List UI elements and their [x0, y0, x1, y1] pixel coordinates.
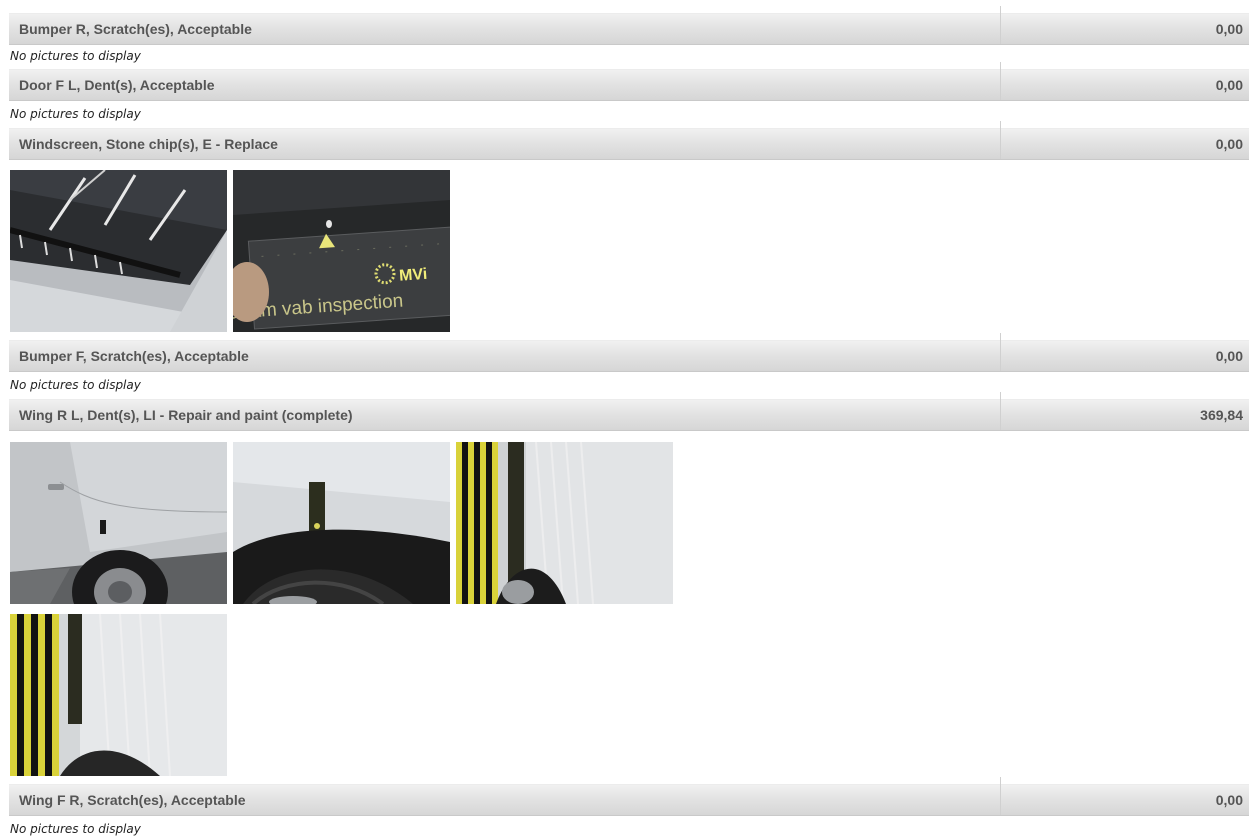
damage-row-door-f-l[interactable]: Door F L, Dent(s), Acceptable 0,00: [9, 62, 1249, 101]
column-divider: [1000, 62, 1001, 100]
column-divider: [1000, 392, 1001, 430]
column-divider: [1000, 121, 1001, 159]
damage-label: Bumper R, Scratch(es), Acceptable: [19, 21, 252, 37]
rear-wing-side-photo[interactable]: [10, 442, 227, 604]
damage-amount: 0,00: [1215, 136, 1243, 152]
rear-wing-gauge-photo[interactable]: [233, 442, 450, 604]
damage-row-bumper-r[interactable]: Bumper R, Scratch(es), Acceptable 0,00: [9, 6, 1249, 45]
damage-amount: 0,00: [1215, 77, 1243, 93]
stone-chip-gauge-photo[interactable]: MVi adam vab inspection: [233, 170, 450, 332]
column-divider: [1000, 333, 1001, 371]
damage-amount: 0,00: [1215, 348, 1243, 364]
no-pictures-text: No pictures to display: [10, 49, 141, 63]
windscreen-wiper-photo[interactable]: [10, 170, 227, 332]
damage-row-windscreen[interactable]: Windscreen, Stone chip(s), E - Replace 0…: [9, 121, 1249, 160]
no-pictures-text: No pictures to display: [10, 107, 141, 121]
damage-row-bumper-f[interactable]: Bumper F, Scratch(es), Acceptable 0,00: [9, 333, 1249, 372]
column-divider: [1000, 6, 1001, 44]
damage-amount: 0,00: [1215, 792, 1243, 808]
damage-row-wing-f-r[interactable]: Wing F R, Scratch(es), Acceptable 0,00: [9, 777, 1249, 816]
damage-row-wing-r-l[interactable]: Wing R L, Dent(s), LI - Repair and paint…: [9, 392, 1249, 431]
damage-label: Windscreen, Stone chip(s), E - Replace: [19, 136, 278, 152]
rear-wing-reflection-photo[interactable]: [456, 442, 673, 604]
damage-label: Wing R L, Dent(s), LI - Repair and paint…: [19, 407, 353, 423]
column-divider: [1000, 777, 1001, 815]
no-pictures-text: No pictures to display: [10, 822, 141, 836]
damage-label: Bumper F, Scratch(es), Acceptable: [19, 348, 249, 364]
rear-wing-reflection-closeup-photo[interactable]: [10, 614, 227, 776]
gauge-logo-text: MVi: [399, 266, 428, 285]
damage-amount: 0,00: [1215, 21, 1243, 37]
damage-label: Wing F R, Scratch(es), Acceptable: [19, 792, 246, 808]
damage-amount: 369,84: [1200, 407, 1243, 423]
damage-label: Door F L, Dent(s), Acceptable: [19, 77, 215, 93]
no-pictures-text: No pictures to display: [10, 378, 141, 392]
